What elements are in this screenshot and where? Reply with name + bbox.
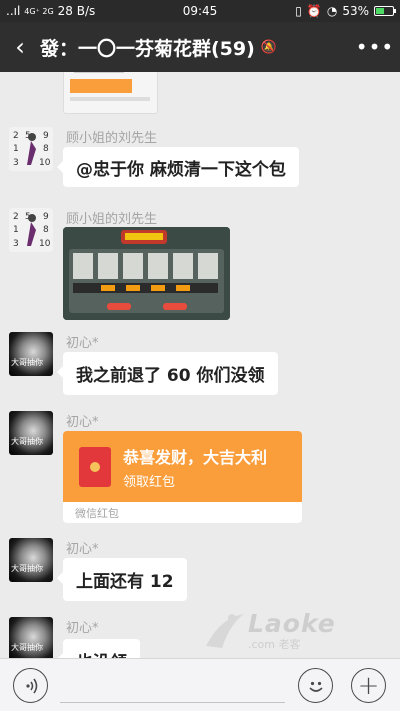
back-button[interactable]: ‹: [0, 22, 40, 72]
watermark-sub-text: .com 老客: [248, 637, 301, 651]
red-packet-title: 恭喜发财，大吉大利: [123, 447, 268, 467]
game-screenshot-image: [63, 227, 230, 320]
red-packet-footer: 微信红包: [75, 506, 119, 520]
avatar[interactable]: 大哥抽你: [9, 411, 53, 455]
emoji-button[interactable]: [298, 668, 333, 703]
chevron-left-icon: ‹: [15, 33, 25, 61]
svg-text:8: 8: [43, 144, 49, 154]
avatar[interactable]: 259 18 3 10: [9, 208, 53, 252]
svg-text:3: 3: [13, 158, 19, 168]
avatar[interactable]: 259 18 3 10: [9, 127, 53, 171]
svg-text:1: 1: [13, 225, 19, 235]
message-bubble[interactable]: @忠于你 麻烦清一下这个包: [57, 147, 299, 187]
message-bubble[interactable]: 我之前退了 60 你们没领: [57, 352, 278, 395]
more-dots-icon: •••: [355, 35, 395, 59]
red-packet-action: 领取红包: [123, 474, 176, 490]
svg-text:9: 9: [43, 212, 49, 222]
red-packet-icon: [79, 446, 111, 487]
mute-bell-icon: 🔕: [260, 39, 277, 55]
watermark-logo-text: Laoke: [248, 608, 336, 638]
sender-name: 顾小姐的刘先生: [66, 212, 158, 227]
svg-text:10: 10: [39, 158, 51, 168]
svg-text:10: 10: [39, 239, 51, 249]
sender-name: 初心*: [66, 415, 99, 430]
sender-name: 初心*: [66, 542, 99, 557]
plus-icon: +: [357, 670, 380, 701]
more-button[interactable]: •••: [350, 22, 400, 72]
clock: 09:45: [182, 4, 218, 18]
chat-header: ‹ 發：一〇一芬菊花群(59) 🔕 •••: [0, 22, 400, 72]
previous-image-message[interactable]: [63, 72, 158, 114]
avatar[interactable]: 大哥抽你: [9, 538, 53, 582]
svg-text:1: 1: [13, 144, 19, 154]
chat-title: 發：一〇一芬菊花群(59): [40, 37, 255, 60]
svg-text:3: 3: [13, 239, 19, 249]
voice-button[interactable]: [13, 668, 48, 703]
message-input[interactable]: [60, 671, 285, 703]
voice-wave-icon: [25, 678, 37, 693]
sender-name: 顾小姐的刘先生: [66, 131, 158, 146]
watermark: Laoke .com 老客: [200, 608, 352, 652]
avatar[interactable]: 大哥抽你: [9, 617, 53, 658]
emoji-icon: [308, 681, 323, 692]
avatar[interactable]: 大哥抽你: [9, 332, 53, 376]
input-bar: +: [0, 658, 400, 711]
svg-text:2: 2: [13, 212, 19, 222]
svg-text:2: 2: [13, 131, 19, 141]
status-bar: ..ıl 4G⁺ 2G 28 B/s 09:45 ▯ ⏰ ◔ 53%: [0, 0, 400, 22]
sender-name: 初心*: [66, 621, 99, 636]
red-packet-message[interactable]: 恭喜发财，大吉大利 领取红包 微信红包: [63, 431, 302, 523]
message-list[interactable]: 259 18 3 10 顾小姐的刘先生 @忠于你 麻烦清一下这个包 259 18 …: [0, 72, 400, 658]
sender-name: 初心*: [66, 336, 99, 351]
message-bubble[interactable]: 也没领: [57, 639, 140, 658]
laoke-logo-icon: [206, 614, 244, 648]
svg-text:8: 8: [43, 225, 49, 235]
more-functions-button[interactable]: +: [351, 668, 386, 703]
message-bubble[interactable]: 上面还有 12: [57, 558, 187, 601]
svg-text:9: 9: [43, 131, 49, 141]
image-message[interactable]: [63, 227, 230, 320]
battery-icon: [374, 6, 396, 16]
